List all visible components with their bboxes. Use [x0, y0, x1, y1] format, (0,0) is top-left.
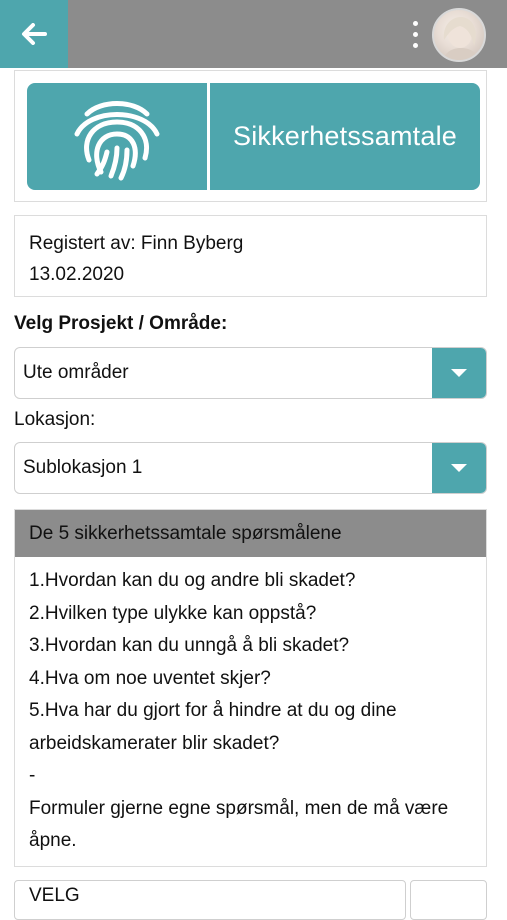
user-avatar-icon [442, 16, 480, 60]
question-item: 4.Hva om noe uventet skjer? [29, 667, 271, 689]
bottom-action-button[interactable] [410, 880, 487, 920]
chevron-down-icon [451, 464, 467, 472]
bottom-select[interactable]: VELG [14, 880, 406, 920]
avatar[interactable] [432, 8, 486, 62]
questions-panel: De 5 sikkerhetssamtale spørsmålene 1.Hvo… [14, 509, 487, 867]
project-select-value: Ute områder [23, 362, 129, 383]
question-item: 5.Hva har du gjort for å hindre at du og… [29, 700, 397, 754]
location-label: Lokasjon: [14, 409, 96, 430]
questions-title: De 5 sikkerhetssamtale spørsmålene [15, 510, 486, 557]
fingerprint-icon [74, 100, 160, 180]
banner-card: Sikkerhetssamtale [14, 70, 487, 202]
top-bar [0, 0, 507, 68]
registration-date: 13.02.2020 [29, 264, 125, 285]
location-dropdown-button[interactable] [432, 443, 486, 493]
location-select[interactable]: Sublokasjon 1 [14, 442, 487, 494]
banner-icon-tile [27, 83, 207, 190]
registration-info: Registert av: Finn Byberg 13.02.2020 [14, 215, 487, 297]
project-select[interactable]: Ute områder [14, 347, 487, 399]
back-button[interactable] [0, 0, 68, 68]
questions-body: 1.Hvordan kan du og andre bli skadet? 2.… [15, 557, 486, 858]
questions-separator: - [29, 765, 36, 786]
arrow-left-icon [22, 23, 47, 45]
vertical-dots-icon [412, 20, 418, 26]
more-menu-button[interactable] [404, 14, 426, 54]
project-label: Velg Prosjekt / Område: [14, 313, 228, 334]
banner-title: Sikkerhetssamtale [210, 83, 480, 190]
questions-note: Formuler gjerne egne spørsmål, men de må… [29, 797, 449, 852]
chevron-down-icon [451, 369, 467, 377]
question-item: 2.Hvilken type ulykke kan oppstå? [29, 602, 317, 624]
location-select-value: Sublokasjon 1 [23, 457, 143, 478]
registered-by-text: Registert av: Finn Byberg [29, 233, 244, 254]
bottom-select-value: VELG [29, 885, 80, 906]
question-item: 3.Hvordan kan du unngå å bli skadet? [29, 635, 350, 656]
question-item: 1.Hvordan kan du og andre bli skadet? [29, 570, 356, 591]
project-dropdown-button[interactable] [432, 348, 486, 398]
